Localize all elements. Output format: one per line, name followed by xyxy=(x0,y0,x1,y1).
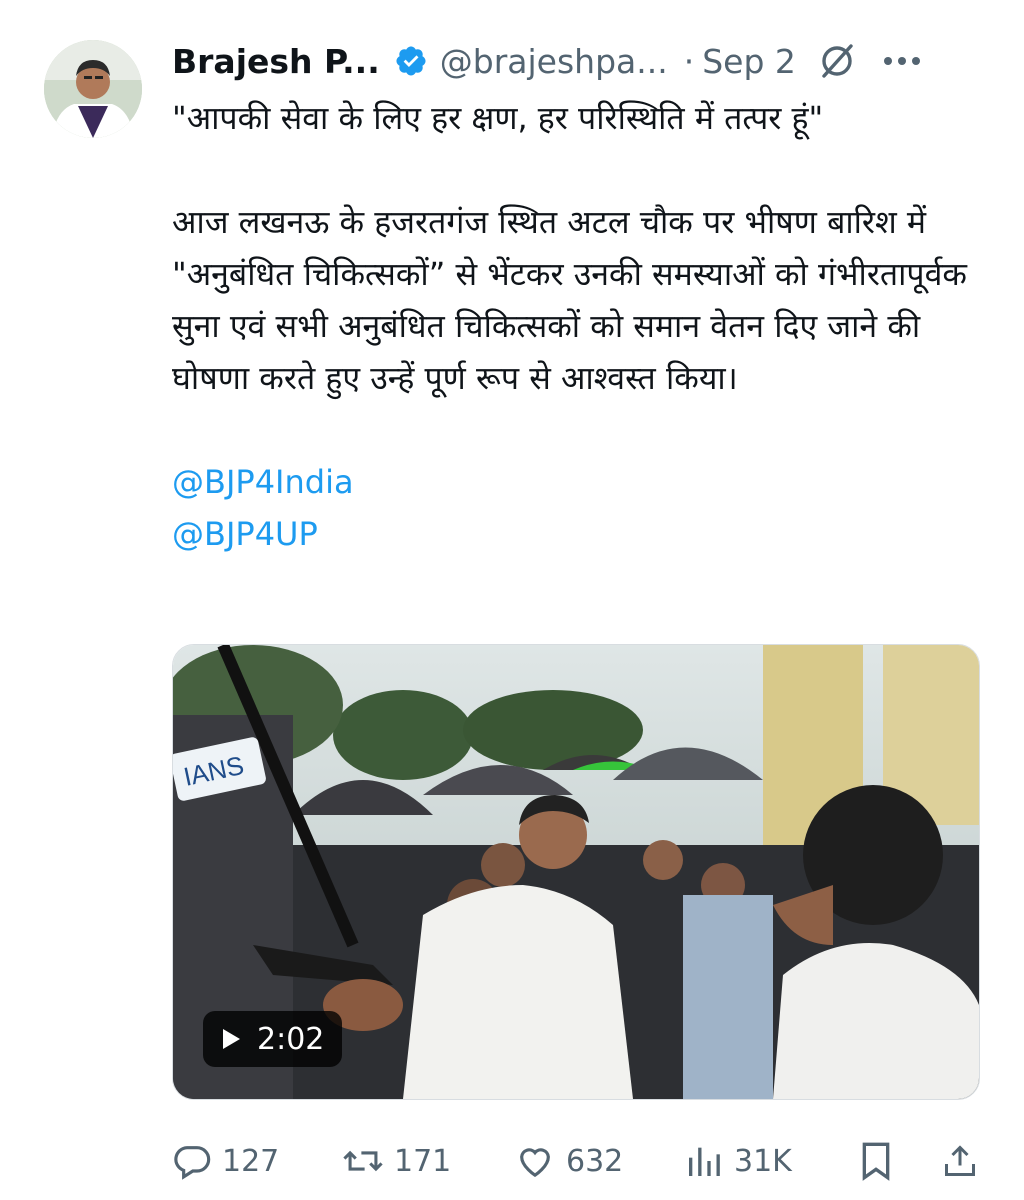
repost-button[interactable]: 171 xyxy=(342,1138,451,1184)
avatar[interactable] xyxy=(44,40,142,138)
tweet-paragraph: आज लखनऊ के हजरतगंज स्थित अटल चौक पर भीषण… xyxy=(172,203,967,397)
tweet-header: Brajesh P... @brajeshpa... · Sep 2 xyxy=(172,36,992,86)
avatar-image xyxy=(44,40,142,138)
reply-icon xyxy=(174,1146,211,1180)
tweet-text: "आपकी सेवा के लिए हर क्षण, हर परिस्थिति … xyxy=(172,92,992,560)
play-icon[interactable] xyxy=(221,1028,241,1050)
video-duration-badge[interactable]: 2:02 xyxy=(203,1011,343,1067)
handle[interactable]: @brajeshpa... xyxy=(440,42,668,81)
reply-button[interactable]: 127 xyxy=(172,1138,279,1184)
repost-count: 171 xyxy=(394,1143,452,1179)
views-button[interactable]: 31K xyxy=(684,1138,792,1184)
grok-icon[interactable] xyxy=(818,42,856,80)
like-count: 632 xyxy=(566,1143,624,1179)
verified-badge-icon xyxy=(394,44,428,78)
more-icon[interactable] xyxy=(882,55,922,67)
views-icon xyxy=(689,1147,720,1176)
repost-icon xyxy=(343,1150,383,1172)
action-bar: 127 171 632 31K xyxy=(172,1138,978,1184)
share-button[interactable] xyxy=(942,1138,988,1184)
tweet-quote-line: "आपकी सेवा के लिए हर क्षण, हर परिस्थिति … xyxy=(172,99,824,137)
display-name[interactable]: Brajesh P... xyxy=(172,42,380,81)
share-icon xyxy=(945,1145,975,1176)
bookmark-icon xyxy=(862,1142,890,1181)
separator-dot: · xyxy=(683,41,695,81)
mention-bjp4up[interactable]: @BJP4UP xyxy=(172,508,992,560)
views-count: 31K xyxy=(734,1143,792,1179)
tweet-date[interactable]: Sep 2 xyxy=(702,42,796,81)
video-duration: 2:02 xyxy=(257,1021,325,1057)
video-player[interactable]: IANS 2:02 xyxy=(172,644,980,1100)
mention-bjp4india[interactable]: @BJP4India xyxy=(172,456,992,508)
heart-icon xyxy=(520,1148,550,1178)
bookmark-button[interactable] xyxy=(858,1138,904,1184)
like-button[interactable]: 632 xyxy=(514,1138,623,1184)
reply-count: 127 xyxy=(222,1143,280,1179)
